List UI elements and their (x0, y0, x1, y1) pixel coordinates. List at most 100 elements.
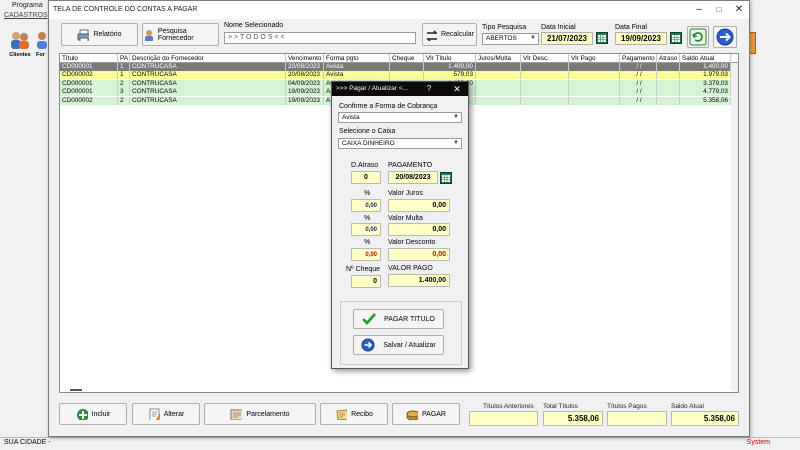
maximize-button[interactable]: □ (709, 1, 729, 19)
cell-vlr-pago (569, 71, 620, 80)
toolbar-clientes-button[interactable]: Clientes (6, 30, 34, 60)
cell-vlr-desc (521, 63, 569, 71)
cell-vencimento: 04/09/2023 (286, 79, 324, 88)
multa-pct-field[interactable]: 0,00 (351, 223, 381, 236)
dialog-help-button[interactable]: ? (422, 82, 436, 96)
caixa-label: Selecione o Caixa (339, 128, 396, 135)
cell-fornecedor: CONTRUCASA (130, 79, 286, 88)
cell-juros-multa (476, 71, 521, 80)
parcelamento-label: Parcelamento (246, 410, 290, 418)
cell-forma-pgto: Avista (324, 63, 390, 71)
incluir-label: Incluir (91, 410, 111, 418)
dialog-close-button[interactable]: ✕ (450, 82, 464, 96)
incluir-button[interactable]: Incluir (59, 403, 127, 425)
tipo-pesquisa-select[interactable]: ABERTOS ▼ (482, 33, 539, 45)
data-final-field[interactable]: 19/09/2023 (615, 32, 667, 45)
cell-vlr-pago (569, 63, 620, 71)
pagamento-label: PAGAMENTO (388, 162, 433, 169)
calendar-final-button[interactable] (670, 32, 682, 44)
close-button[interactable]: ✕ (729, 1, 749, 19)
cell-vencimento: 20/08/2023 (286, 71, 324, 80)
person-icon (37, 32, 47, 49)
col-saldo-atual[interactable]: Saldo Atual (680, 54, 731, 63)
calendar-inicial-button[interactable] (596, 32, 608, 44)
valor-desconto-field[interactable]: 0,00 (388, 248, 450, 261)
valor-pago-field[interactable]: 1.400,00 (388, 274, 450, 287)
cell-atraso (657, 79, 680, 88)
pesquisa-fornecedor-label: Pesquisa Fornecedor (157, 27, 194, 42)
recibo-label: Recibo (351, 410, 373, 418)
cell-titulo: CD000001 (60, 88, 118, 97)
tipo-pesquisa-label: Tipo Pesquisa (482, 24, 527, 31)
col-vencimento[interactable]: Vencimento (286, 54, 324, 63)
recalcular-button[interactable]: Recalcular (422, 23, 477, 46)
minimize-button[interactable]: – (689, 1, 709, 19)
desconto-pct-label: % (364, 239, 371, 246)
valor-multa-field[interactable]: 0,00 (388, 223, 450, 236)
col-vlr-titulo[interactable]: Vlr Título (424, 54, 476, 63)
col-cheque[interactable]: Cheque (390, 54, 424, 63)
cell-vlr-pago (569, 79, 620, 88)
cell-vencimento: 19/09/2023 (286, 96, 324, 105)
grid-header: Título PA Descrição do Fornecedor Vencim… (60, 54, 738, 63)
table-row[interactable]: CD000002 1 CONTRUCASA 20/08/2023 Avista 579,0… (60, 71, 738, 80)
table-row[interactable]: CD000001 1 CONTRUCASA 20/08/2023 Avista 1.400… (60, 63, 738, 71)
alterar-button[interactable]: Alterar (132, 403, 200, 425)
cell-titulo: CD000001 (60, 79, 118, 88)
calendar-pagamento-button[interactable] (440, 172, 452, 184)
valor-desconto-label: Valor Desconto (388, 239, 436, 246)
col-juros-multa[interactable]: Juros/Multa (476, 54, 521, 63)
cell-atraso (657, 71, 680, 80)
col-vlr-pago[interactable]: Vlr Pago (569, 54, 620, 63)
cell-atraso (657, 88, 680, 97)
cell-pa: 1 (118, 63, 130, 71)
maximize-icon: □ (716, 5, 722, 14)
pesquisa-fornecedor-button[interactable]: Pesquisa Fornecedor (142, 23, 219, 46)
col-forma-pgto[interactable]: Forma pgto (324, 54, 390, 63)
cell-pa: 1 (118, 71, 130, 80)
chevron-down-icon: ▼ (530, 35, 536, 41)
juros-pct-field[interactable]: 0,00 (351, 199, 381, 212)
col-vlr-desc[interactable]: Vlr Desc. (521, 54, 569, 63)
valor-juros-field[interactable]: 0,00 (388, 199, 450, 212)
valor-pago-label: VALOR PAGO (388, 265, 433, 272)
nome-selecionado-field[interactable]: > > T O D O S < < (224, 32, 416, 44)
menu-cadastros[interactable]: CADASTROS (4, 12, 48, 19)
nome-selecionado-label: Nome Selecionado (224, 22, 284, 29)
relatorio-button[interactable]: Relatório (61, 23, 138, 46)
cell-fornecedor: CONTRUCASA (130, 71, 286, 80)
n-cheque-field[interactable]: 0 (351, 275, 381, 288)
exit-button[interactable] (713, 26, 737, 48)
caixa-select[interactable]: CAIXA DINHEIRO ▼ (338, 138, 462, 149)
cell-forma-pgto: Avista (324, 71, 390, 80)
recibo-button[interactable]: Recibo (320, 403, 388, 425)
cell-fornecedor: CONTRUCASA (130, 88, 286, 97)
col-pa[interactable]: PA (118, 54, 130, 63)
d-atraso-label: D.Atraso (351, 162, 379, 169)
horizontal-scrollbar[interactable] (70, 389, 82, 391)
forma-cobranca-label: Confirme a Forma de Cobrança (339, 103, 438, 110)
refresh-button[interactable] (687, 26, 709, 48)
total-titulos-value: 5.358,06 (543, 411, 603, 426)
data-inicial-field[interactable]: 21/07/2023 (541, 32, 593, 45)
people-icon (11, 32, 29, 49)
window-titlebar: TELA DE CONTROLE DO CONTAS A PAGAR – □ ✕ (49, 1, 749, 19)
d-atraso-field[interactable]: 0 (351, 171, 381, 184)
salvar-atualizar-button[interactable]: Salvar / Atualizar (353, 335, 444, 355)
col-pagamento[interactable]: Pagamento (620, 54, 657, 63)
forma-cobranca-select[interactable]: Avista ▼ (338, 112, 462, 123)
pagar-dialog: >>> Pagar / Atualizar <... ? ✕ Confirme … (331, 81, 469, 369)
titulos-pagos-value (607, 411, 667, 426)
col-fornecedor[interactable]: Descrição do Fornecedor (130, 54, 286, 63)
desconto-pct-field[interactable]: 0,00 (351, 248, 381, 261)
pagamento-field[interactable]: 20/08/2023 (388, 171, 438, 184)
receipt-icon (336, 409, 348, 420)
dialog-titlebar: >>> Pagar / Atualizar <... ? ✕ (332, 82, 468, 96)
pagar-titulo-button[interactable]: PAGAR TITULO (353, 309, 444, 329)
pagar-button[interactable]: PAGAR (392, 403, 460, 425)
col-atraso[interactable]: Atraso (657, 54, 680, 63)
titulos-pagos-label: Títulos Pagos (607, 403, 647, 410)
col-titulo[interactable]: Título (60, 54, 118, 63)
parcelamento-button[interactable]: Parcelamento (204, 403, 316, 425)
vertical-scrollbar[interactable] (731, 63, 738, 391)
